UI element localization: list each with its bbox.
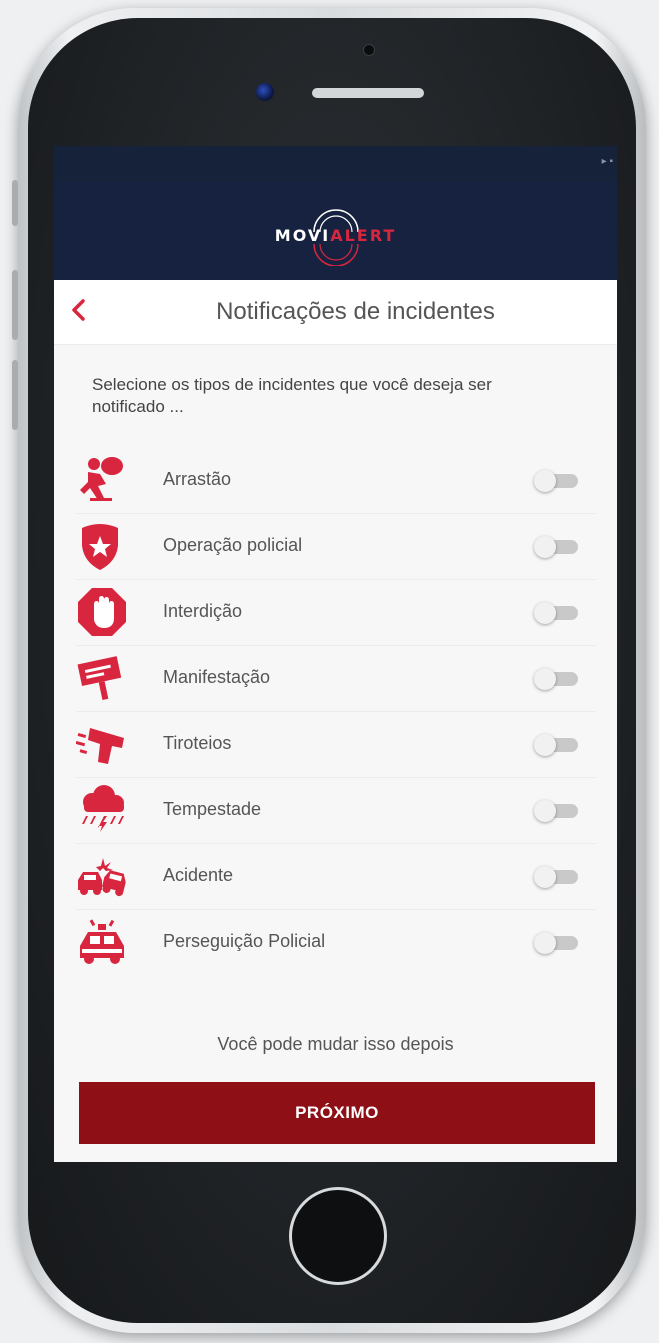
running-thief-icon [80,457,123,501]
incident-label: Tempestade [163,799,262,819]
title-bar: Notificações de incidentes [54,280,617,345]
incident-toggle[interactable] [534,734,580,756]
incident-list: Arrastão Operação policial Interdição Ma… [76,448,596,975]
incident-row-operacao-policial[interactable]: Operação policial [76,513,596,579]
logo-movi: MOVI [274,226,331,245]
page-title: Notificações de incidentes [216,298,495,325]
incident-label: Interdição [163,601,243,621]
logo-text: MOVIALERT [54,226,617,245]
police-car-icon [80,919,124,964]
incident-label: Tiroteios [163,733,232,753]
incident-toggle[interactable] [534,470,580,492]
incident-toggle[interactable] [534,668,580,690]
incident-toggle[interactable] [534,866,580,888]
incident-label: Perseguição Policial [163,931,326,951]
incident-row-manifestacao[interactable]: Manifestação [76,645,596,711]
front-camera [256,83,274,101]
next-button[interactable]: PRÓXIMO [79,1082,595,1144]
front-sensor [363,44,375,56]
incident-label: Arrastão [163,469,232,489]
back-button[interactable] [64,294,92,326]
police-badge-icon [82,524,118,570]
incident-label: Acidente [163,865,234,885]
stop-hand-icon [78,588,126,636]
incident-toggle[interactable] [534,800,580,822]
incident-row-tiroteios[interactable]: Tiroteios [76,711,596,777]
incident-row-perseguicao-policial[interactable]: Perseguição Policial [76,909,596,975]
storm-cloud-icon [82,785,124,832]
app-header: MOVIALERT [54,182,617,280]
status-bar: ▸ ▪ [54,146,617,182]
change-later-hint: Você pode mudar isso depois [217,1034,454,1054]
earpiece-speaker [312,88,424,98]
incident-row-tempestade[interactable]: Tempestade [76,777,596,843]
status-icons: ▸ ▪ [601,156,613,167]
logo-alert: ALERT [330,226,397,245]
movialert-logo: MOVIALERT [54,202,617,266]
incident-label: Manifestação [163,667,271,687]
incident-row-interdicao[interactable]: Interdição [76,579,596,645]
app-screen: ▸ ▪ MOVIALERT Notificações de incidentes… [54,146,617,1162]
incident-row-acidente[interactable]: Acidente [76,843,596,909]
incident-row-arrastao[interactable]: Arrastão [76,448,596,513]
intro-text: Selecione os tipos de incidentes que voc… [92,375,492,416]
incident-toggle[interactable] [534,932,580,954]
silent-switch [12,180,18,226]
home-button[interactable] [289,1187,387,1285]
incident-label: Operação policial [163,535,303,555]
chevron-left-icon [72,299,85,321]
incident-toggle[interactable] [534,536,580,558]
gun-icon [76,728,124,764]
volume-down-button [12,360,18,430]
protest-sign-icon [77,656,122,701]
volume-up-button [12,270,18,340]
car-crash-icon [78,858,126,897]
incident-toggle[interactable] [534,602,580,624]
